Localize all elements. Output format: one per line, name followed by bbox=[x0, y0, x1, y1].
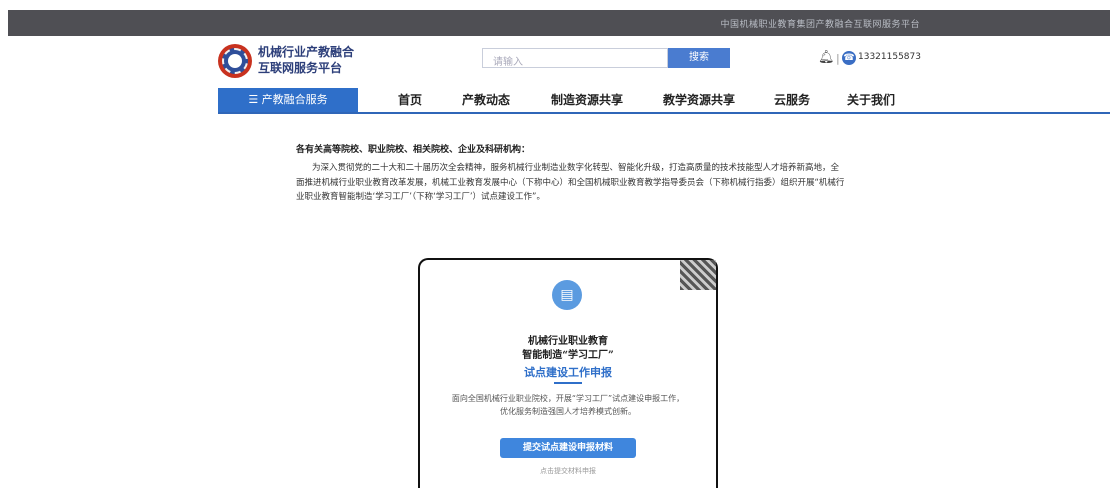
application-card: ▤ 机械行业职业教育 智能制造“学习工厂” 试点建设工作申报 面向全国机械行业职… bbox=[418, 258, 718, 488]
nav-item-manufacturing-resources[interactable]: 制造资源共享 bbox=[551, 88, 623, 112]
submit-application-button[interactable]: 提交试点建设申报材料 bbox=[500, 438, 636, 458]
notice-greeting: 各有关高等院校、职业院校、相关院校、企业及科研机构： bbox=[296, 145, 531, 155]
notice-body: 为深入贯彻党的二十大和二十届历次全会精神，服务机械行业制造业数字化转型、智能化升… bbox=[296, 163, 845, 202]
card-title: 试点建设工作申报 bbox=[524, 366, 612, 379]
divider: | bbox=[836, 52, 840, 65]
nav-item-home[interactable]: 首页 bbox=[398, 88, 422, 112]
card-description: 面向全国机械行业职业院校，开展“学习工厂”试点建设申报工作，优化服务制造强国人才… bbox=[451, 394, 685, 416]
main-nav: ☰ 产教融合服务 首页 产教动态 制造资源共享 教学资源共享 云服务 关于我们 bbox=[0, 88, 1110, 114]
card-note: 点击提交材料申报 bbox=[540, 467, 596, 475]
card-heading-line1: 机械行业职业教育 bbox=[528, 336, 608, 347]
nav-underline bbox=[218, 112, 1110, 114]
site-title[interactable]: 机械行业产教融合 互联网服务平台 bbox=[258, 44, 354, 76]
nav-item-news[interactable]: 产教动态 bbox=[462, 88, 510, 112]
top-bar-text: 中国机械职业教育集团产教融合互联网服务平台 bbox=[720, 20, 920, 30]
bell-icon[interactable]: 🔔︎ bbox=[818, 51, 835, 65]
nav-item-cloud-services[interactable]: 云服务 bbox=[774, 88, 810, 112]
nav-services-menu[interactable]: ☰ 产教融合服务 bbox=[218, 88, 358, 112]
search-input[interactable]: 请输入 bbox=[482, 48, 668, 68]
qr-code-icon[interactable] bbox=[680, 260, 716, 290]
document-icon: ▤ bbox=[552, 280, 582, 310]
top-bar: 中国机械职业教育集团产教融合互联网服务平台 bbox=[8, 10, 1110, 36]
site-title-line1: 机械行业产教融合 bbox=[258, 45, 355, 59]
header: 机械行业产教融合 互联网服务平台 请输入 搜索 🔔︎ | ☎ 133211558… bbox=[0, 36, 1110, 88]
nav-item-teaching-resources[interactable]: 教学资源共享 bbox=[663, 88, 735, 112]
card-title-underline bbox=[554, 382, 582, 384]
logo-icon[interactable] bbox=[218, 44, 252, 78]
phone-icon: ☎ bbox=[842, 51, 856, 65]
site-title-line2: 互联网服务平台 bbox=[258, 61, 343, 75]
nav-item-about-us[interactable]: 关于我们 bbox=[847, 88, 895, 112]
search-button[interactable]: 搜索 bbox=[668, 48, 730, 68]
phone-number: 13321155873 bbox=[858, 52, 921, 62]
card-heading-line2: 智能制造“学习工厂” bbox=[522, 350, 614, 361]
